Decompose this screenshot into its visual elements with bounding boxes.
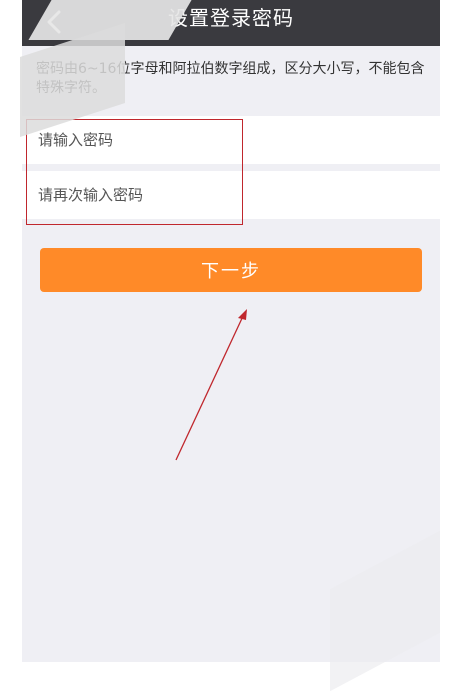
confirm-password-field-row — [22, 171, 440, 219]
page-title: 设置登录密码 — [168, 6, 294, 30]
confirm-password-input[interactable] — [36, 185, 400, 205]
password-rule-hint: 密码由6~16位字母和阿拉伯数字组成，区分大小写，不能包含特殊字符。 — [36, 61, 425, 96]
app-screen: 设置登录密码 密码由6~16位字母和阿拉伯数字组成，区分大小写，不能包含特殊字符… — [22, 0, 440, 662]
password-input[interactable] — [36, 130, 400, 150]
title-bar: 设置登录密码 — [22, 0, 440, 46]
password-field-row — [22, 116, 440, 164]
next-step-button[interactable]: 下一步 — [40, 248, 422, 292]
